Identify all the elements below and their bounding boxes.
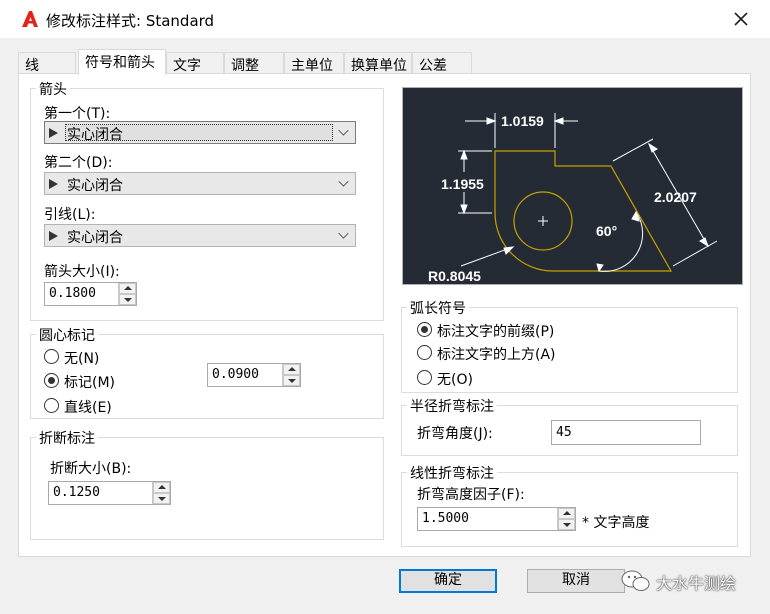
arrow-size-value: 0.1800 (49, 286, 96, 301)
arc-above-radio[interactable]: 标注文字的上方(A) (417, 344, 577, 363)
leader-arrow-select[interactable]: 实心闭合 (44, 224, 356, 247)
center-mark-line-radio[interactable]: 直线(E) (44, 397, 124, 416)
radio-label: 直线(E) (64, 400, 112, 416)
arrow-size-spinner[interactable]: 0.1800 (44, 282, 137, 306)
center-mark-size-value: 0.0900 (212, 367, 259, 382)
second-arrow-select[interactable]: 实心闭合 (44, 172, 356, 195)
radio-circle (44, 398, 59, 413)
window-title: 修改标注样式: Standard (46, 12, 215, 30)
dim-left-text: 1.1955 (441, 176, 484, 192)
arc-none-radio[interactable]: 无(O) (417, 369, 487, 388)
spin-up-icon[interactable] (119, 283, 136, 294)
dimension-preview: 1.0159 1.1955 2.0207 60° R0.8045 (402, 87, 743, 285)
cancel-label: 取消 (562, 572, 590, 588)
arc-length-title: 弧长符号 (407, 298, 469, 318)
close-icon[interactable] (731, 9, 751, 29)
radio-circle (417, 370, 432, 385)
arrowheads-title: 箭头 (36, 79, 70, 99)
chevron-down-icon (338, 228, 349, 239)
watermark-text: 大水牛测绘 (656, 574, 737, 593)
tab-primary-units[interactable]: 主单位 (284, 52, 344, 74)
tab-lines[interactable]: 线 (18, 52, 76, 74)
dim-top-text: 1.0159 (501, 113, 544, 129)
center-mark-none-radio[interactable]: 无(N) (44, 348, 114, 367)
ok-label: 确定 (434, 572, 462, 588)
jog-height-label: 折弯高度因子(F): (417, 487, 525, 503)
tab-tolerances[interactable]: 公差 (412, 52, 472, 74)
dim-angle-text: 60° (596, 223, 617, 239)
closed-filled-arrow-icon (49, 231, 58, 241)
chevron-down-icon (338, 125, 349, 136)
radio-label: 标记(M) (64, 375, 116, 391)
jog-angle-value: 45 (556, 425, 572, 440)
closed-filled-arrow-icon (49, 128, 58, 138)
spin-down-icon[interactable] (153, 493, 170, 504)
break-size-spinner[interactable]: 0.1250 (48, 481, 171, 505)
radio-circle (417, 322, 432, 337)
leader-arrow-label: 引线(L): (44, 207, 96, 223)
spin-down-icon[interactable] (119, 294, 136, 305)
wechat-icon (621, 570, 650, 591)
radio-circle (44, 373, 59, 388)
tab-symbols-and-arrows[interactable]: 符号和箭头 (78, 49, 166, 75)
tab-fit[interactable]: 调整 (224, 52, 284, 74)
jog-angle-input[interactable]: 45 (551, 420, 701, 445)
radio-label: 无(O) (437, 372, 473, 388)
preview-geometry (494, 150, 673, 272)
center-marks-title: 圆心标记 (36, 325, 98, 345)
cancel-button[interactable]: 取消 (527, 569, 625, 593)
second-arrow-label: 第二个(D): (44, 155, 113, 171)
spin-buttons (282, 364, 300, 386)
radio-label: 标注文字的前缀(P) (437, 324, 555, 340)
watermark: 大水牛测绘 (620, 568, 736, 598)
spin-up-icon[interactable] (283, 364, 300, 375)
first-arrow-value: 实心闭合 (67, 127, 123, 143)
title-bar: 修改标注样式: Standard (0, 0, 770, 38)
dimension-break-title: 折断标注 (36, 428, 98, 448)
spin-buttons (557, 508, 575, 530)
arc-prefix-radio[interactable]: 标注文字的前缀(P) (417, 321, 577, 340)
jog-height-spinner[interactable]: 1.5000 (417, 507, 576, 531)
spin-buttons (152, 482, 170, 504)
jog-angle-label: 折弯角度(J): (417, 426, 493, 442)
radio-circle (417, 345, 432, 360)
break-size-label: 折断大小(B): (50, 461, 132, 477)
break-size-value: 0.1250 (53, 485, 100, 500)
closed-filled-arrow-icon (49, 179, 58, 189)
leader-arrow-value: 实心闭合 (67, 230, 123, 246)
preview-drawing: 1.0159 1.1955 2.0207 60° R0.8045 (428, 113, 718, 284)
jog-height-suffix: * 文字高度 (582, 515, 650, 531)
tab-text[interactable]: 文字 (166, 52, 224, 74)
radio-label: 无(N) (64, 351, 100, 367)
radio-circle (44, 349, 59, 364)
first-arrow-select[interactable]: 实心闭合 (44, 121, 356, 144)
dim-diagonal-text: 2.0207 (654, 189, 697, 205)
second-arrow-value: 实心闭合 (67, 178, 123, 194)
spin-down-icon[interactable] (283, 375, 300, 386)
spin-up-icon[interactable] (153, 482, 170, 493)
center-mark-mark-radio[interactable]: 标记(M) (44, 372, 124, 391)
tab-alternate-units[interactable]: 换算单位 (344, 52, 412, 74)
spin-down-icon[interactable] (558, 519, 575, 530)
center-mark-size-spinner[interactable]: 0.0900 (207, 363, 301, 387)
chevron-down-icon (338, 176, 349, 187)
radius-jog-title: 半径折弯标注 (407, 396, 497, 416)
spin-buttons (118, 283, 136, 305)
jog-height-value: 1.5000 (422, 511, 469, 526)
dim-radius-text: R0.8045 (428, 268, 481, 284)
first-arrow-label: 第一个(T): (44, 106, 111, 122)
arrow-size-label: 箭头大小(I): (44, 264, 120, 280)
radio-label: 标注文字的上方(A) (437, 347, 556, 363)
autocad-a-icon (22, 11, 38, 27)
spin-up-icon[interactable] (558, 508, 575, 519)
linear-jog-title: 线性折弯标注 (407, 463, 497, 483)
ok-button[interactable]: 确定 (399, 569, 497, 593)
